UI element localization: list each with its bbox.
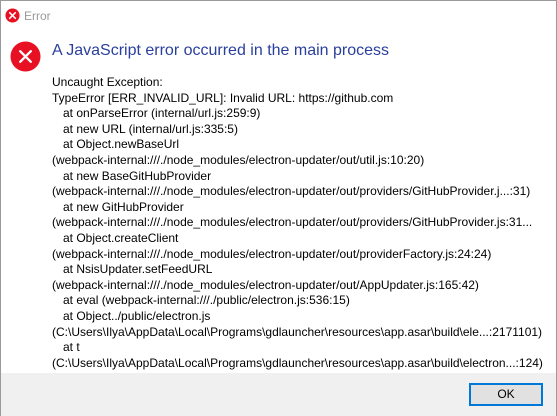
error-dialog-window: Error A JavaScript error occurred in the…: [0, 0, 557, 416]
message-line: at Object.newBaseUrl: [63, 137, 180, 152]
message-line: at Object../public/electron.js: [63, 308, 211, 323]
message-line: Uncaught Exception:: [52, 75, 163, 89]
message-line: (webpack-internal:///./node_modules/elec…: [52, 215, 533, 230]
dialog-footer: OK: [1, 373, 556, 416]
message-line: at new BaseGitHubProvider: [63, 168, 212, 183]
message-line: (C:\Users\Ilya\AppData\Local\Programs\gd…: [52, 355, 543, 370]
error-message: Uncaught Exception: TypeError [ERR_INVALI…: [52, 75, 552, 371]
message-line: (webpack-internal:///./node_modules/elec…: [52, 184, 531, 199]
window-title: Error: [24, 9, 51, 23]
message-line: (webpack-internal:///./node_modules/elec…: [52, 152, 425, 167]
message-line: (C:\Users\Ilya\AppData\Local\Programs\gd…: [52, 324, 543, 339]
ok-button[interactable]: OK: [469, 383, 543, 406]
message-line: at eval (webpack-internal:///./public/el…: [63, 293, 350, 308]
message-line: at onParseError (internal/url.js:259:9): [63, 106, 261, 121]
title-bar[interactable]: Error: [1, 1, 556, 31]
error-icon: [10, 41, 41, 72]
message-line: TypeError [ERR_INVALID_URL]: Invalid URL…: [52, 90, 394, 105]
message-line: at new URL (internal/url.js:335:5): [63, 121, 238, 136]
message-line: (webpack-internal:///./node_modules/elec…: [52, 277, 479, 292]
dialog-heading: A JavaScript error occurred in the main …: [52, 42, 390, 59]
message-line: at new GitHubProvider: [63, 199, 184, 214]
message-line: at NsisUpdater.setFeedURL: [63, 262, 213, 277]
message-line: (webpack-internal:///./node_modules/elec…: [52, 246, 492, 261]
dialog-content: A JavaScript error occurred in the main …: [1, 31, 556, 372]
message-line: at t: [63, 340, 80, 355]
message-line: at Object.createClient: [63, 230, 179, 245]
error-icon: [5, 8, 20, 23]
